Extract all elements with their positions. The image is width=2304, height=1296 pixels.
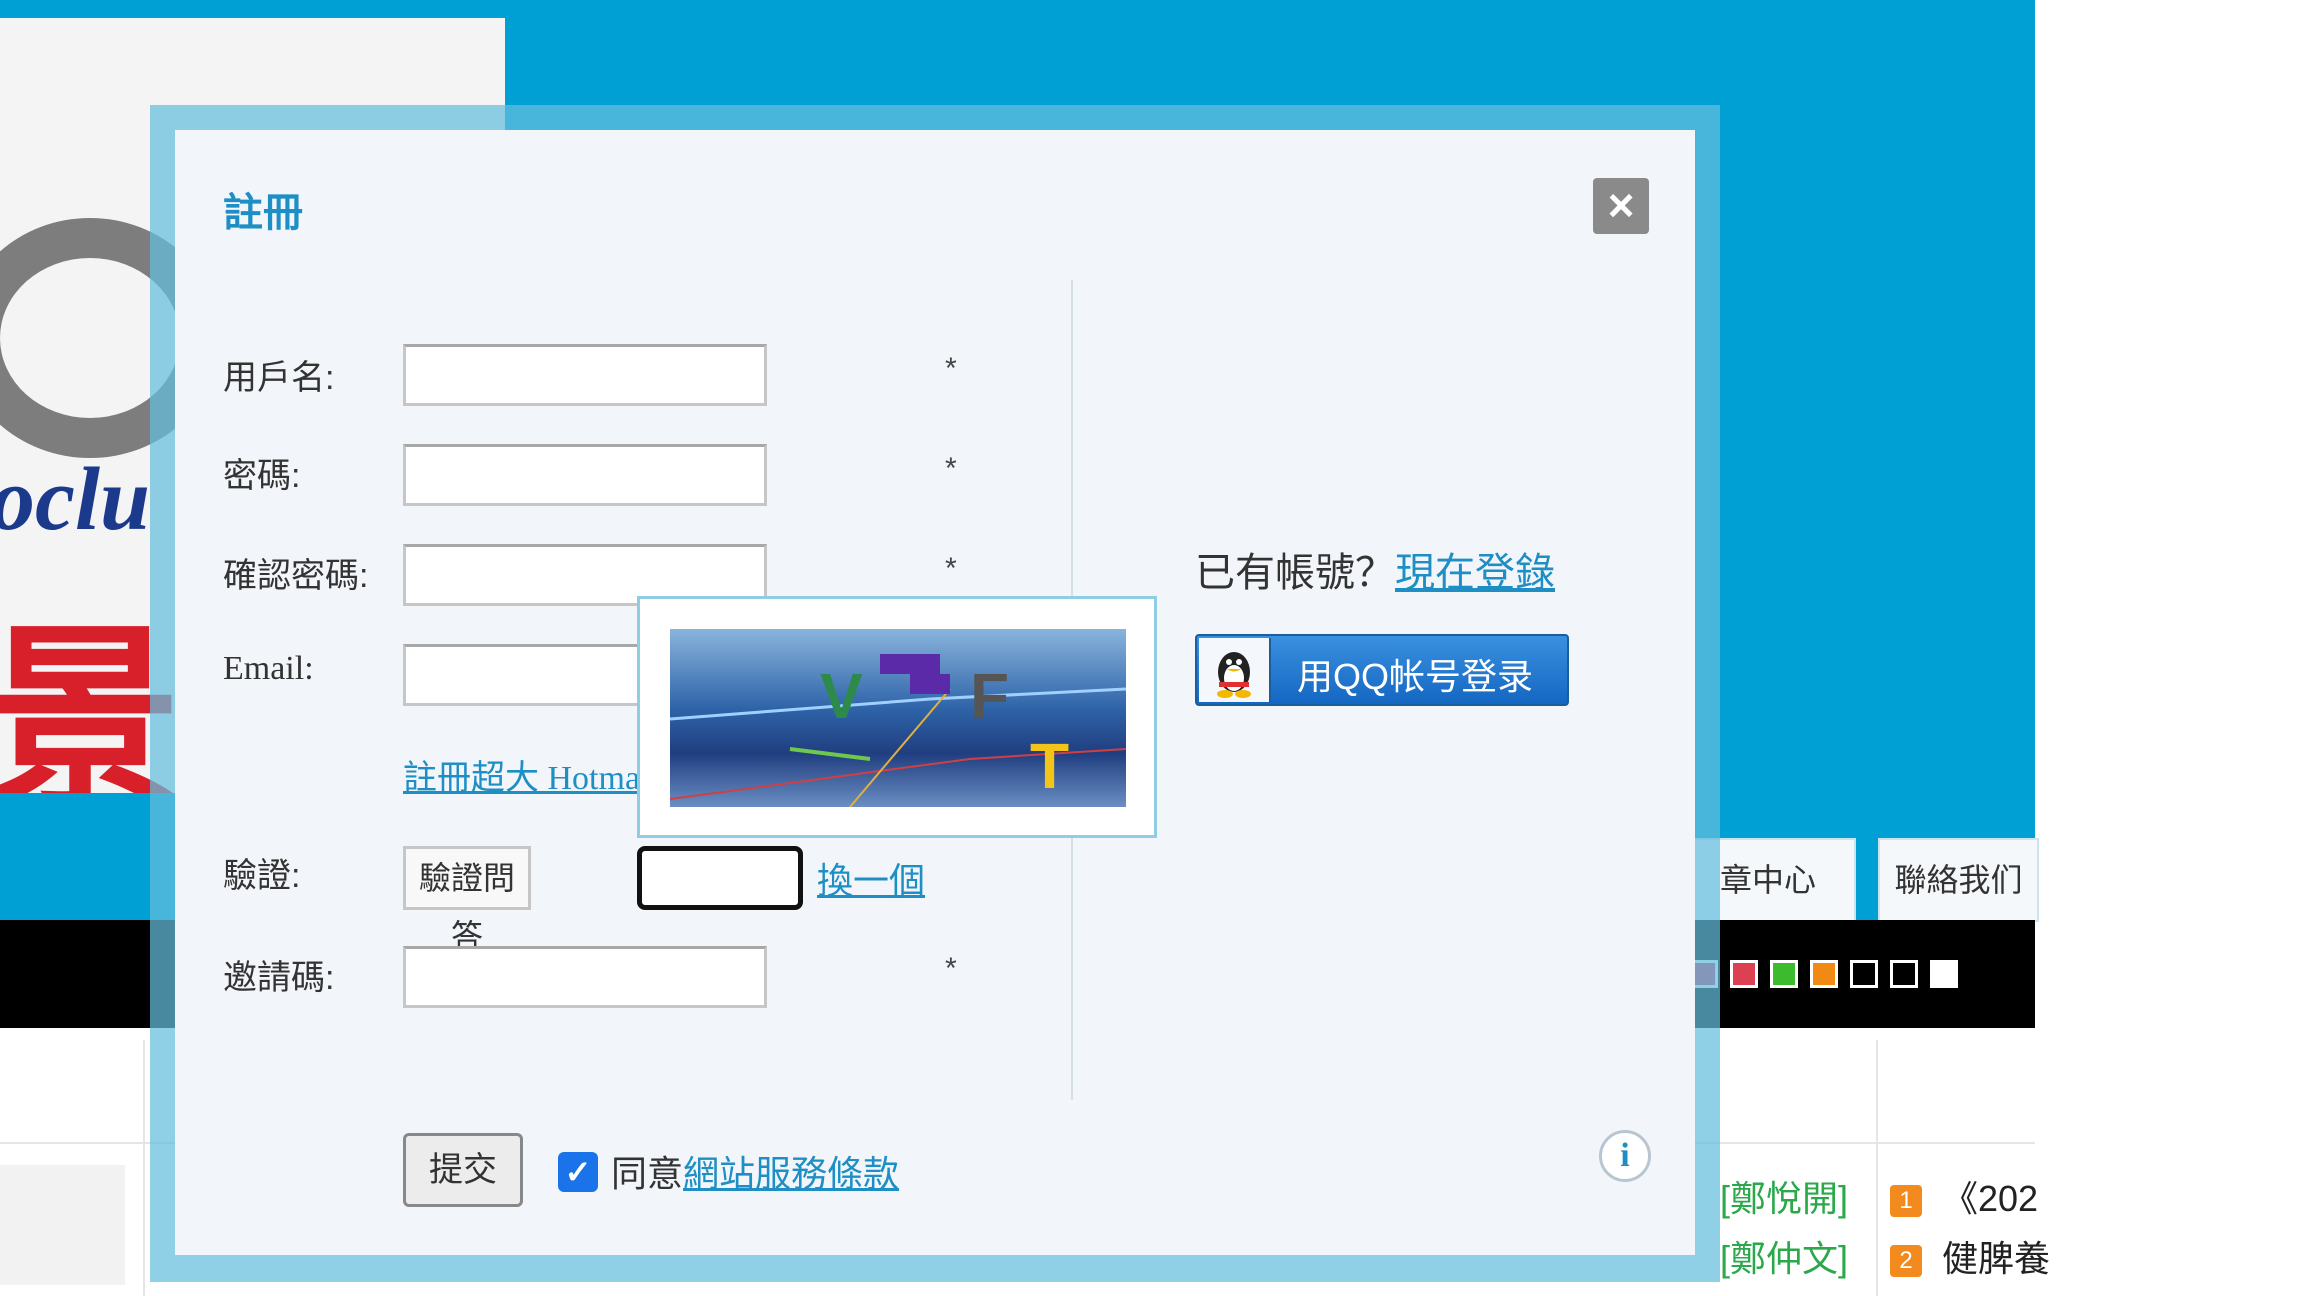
nav-tab-contact[interactable]: 聯絡我们 <box>1878 838 2039 922</box>
logo-script-graphic: oclu <box>0 450 151 549</box>
qq-login-button[interactable]: 用QQ帐号登录 <box>1195 634 1569 706</box>
captcha-refresh-link[interactable]: 換一個 <box>817 852 925 904</box>
confirm-password-label: 確認密碼: <box>223 557 369 595</box>
news-author[interactable]: [鄭仲文] <box>1720 1230 1848 1282</box>
captcha-image[interactable]: V F T <box>670 629 1126 807</box>
qq-login-label: 用QQ帐号登录 <box>1297 656 1534 697</box>
theme-swatch[interactable] <box>1770 960 1798 988</box>
email-label: Email: <box>223 650 314 687</box>
agree-checkbox[interactable]: ✓ <box>558 1152 598 1192</box>
theme-swatch[interactable] <box>1890 960 1918 988</box>
register-dialog: 註冊 × 用戶名: * 密碼: * 確認密碼: * Email: 註冊超大 Ho… <box>175 130 1695 1255</box>
info-icon[interactable]: i <box>1599 1130 1651 1182</box>
theme-swatch[interactable] <box>1930 960 1958 988</box>
qq-penguin-icon <box>1199 638 1271 702</box>
password-input[interactable] <box>403 444 767 506</box>
submit-button[interactable]: 提交 <box>403 1133 523 1207</box>
news-author[interactable]: [鄭悅開] <box>1720 1170 1848 1222</box>
captcha-input[interactable] <box>637 846 803 910</box>
required-mark: * <box>945 452 957 485</box>
theme-swatch[interactable] <box>1810 960 1838 988</box>
column-divider <box>1876 1040 1878 1296</box>
column-divider <box>143 1040 145 1296</box>
username-input[interactable] <box>403 344 767 406</box>
theme-swatch[interactable] <box>1850 960 1878 988</box>
theme-swatch[interactable] <box>1730 960 1758 988</box>
rank-badge: 1 <box>1890 1185 1922 1218</box>
existing-account-prompt: 已有帳號？現在登錄 <box>1195 551 1555 595</box>
captcha-label: 驗證: <box>223 857 301 895</box>
hotmail-register-link[interactable]: 註冊超大 Hotmail <box>403 750 659 799</box>
required-mark: * <box>945 952 957 985</box>
captcha-char: V <box>820 660 863 732</box>
invite-code-label: 邀請碼: <box>223 959 335 997</box>
captcha-char: T <box>1030 730 1070 802</box>
login-now-link[interactable]: 現在登錄 <box>1395 551 1555 595</box>
rank-badge: 2 <box>1890 1245 1922 1278</box>
username-label: 用戶名: <box>223 359 335 397</box>
dialog-title: 註冊 <box>223 191 303 235</box>
required-mark: * <box>945 352 957 385</box>
captcha-char: F <box>970 660 1010 732</box>
news-item[interactable]: 1 《202 <box>1890 1170 2038 1222</box>
required-mark: * <box>945 552 957 585</box>
theme-swatches <box>1690 960 1958 988</box>
page-margin <box>2035 0 2304 1296</box>
captcha-question-button[interactable]: 驗證問答 <box>403 846 531 954</box>
close-icon[interactable]: × <box>1593 178 1649 234</box>
invite-code-input[interactable] <box>403 946 767 1008</box>
password-label: 密碼: <box>223 457 301 495</box>
thumbnail-placeholder <box>0 1165 125 1285</box>
news-item[interactable]: 2 健脾養 <box>1890 1230 2050 1282</box>
agree-text: 同意網站服務條款 <box>611 1153 900 1194</box>
captcha-popup: V F T <box>637 596 1157 838</box>
terms-link[interactable]: 網站服務條款 <box>683 1153 899 1194</box>
